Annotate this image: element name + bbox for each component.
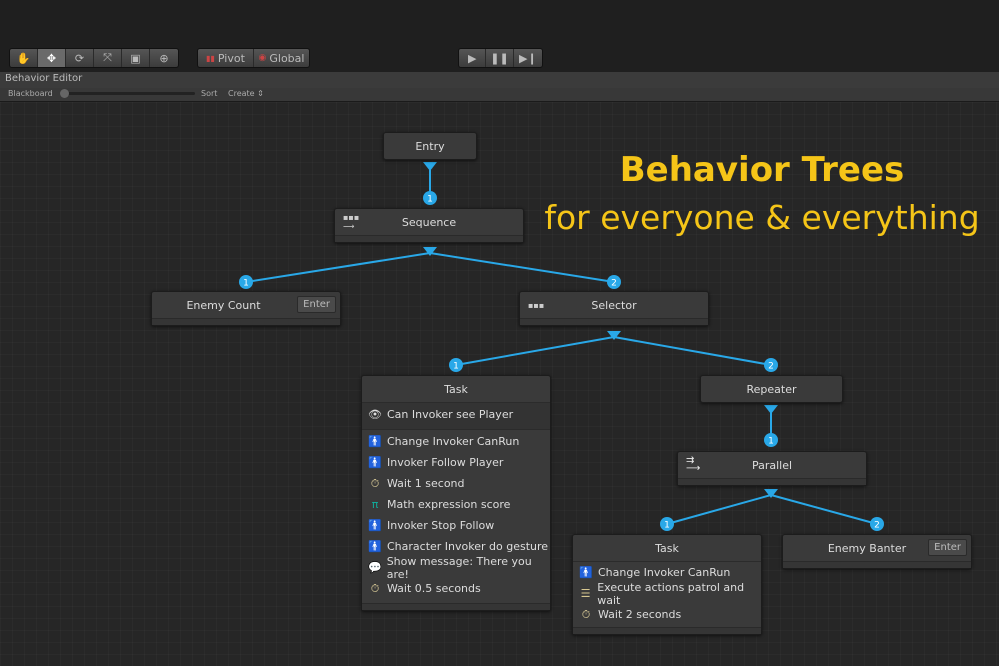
repeater-node[interactable]: Repeater	[700, 375, 843, 403]
node-title: Task	[444, 382, 468, 396]
action-row[interactable]: 💬 Show message: There you are!	[362, 554, 550, 581]
connection-line	[666, 494, 772, 525]
action-row[interactable]: ☰ Execute actions patrol and wait	[573, 580, 761, 607]
node-title: Parallel	[751, 458, 793, 472]
action-label: Execute actions patrol and wait	[597, 580, 745, 607]
node-title: Task	[655, 541, 679, 555]
character-icon: 🚹	[368, 519, 382, 532]
enemy-banter-node[interactable]: Enemy Banter Enter	[782, 534, 972, 569]
eye-icon: 👁	[368, 408, 382, 421]
character-icon: 🚹	[368, 435, 382, 448]
node-title: Enemy Count	[186, 298, 261, 312]
node-title: Enemy Banter	[827, 541, 907, 555]
enemy-count-node[interactable]: Enemy Count Enter	[151, 291, 341, 326]
parallel-node[interactable]: ⇉ ⟶ Parallel	[677, 451, 867, 486]
node-title: Selector	[591, 298, 637, 312]
action-label: Math expression score	[387, 498, 511, 511]
action-label: Character Invoker do gesture	[387, 540, 549, 553]
action-label: Show message: There you are!	[386, 554, 532, 581]
connection-line	[245, 252, 431, 283]
action-label: Change Invoker CanRun	[387, 435, 520, 448]
action-row[interactable]: 🚹 Invoker Stop Follow	[362, 515, 550, 536]
action-row[interactable]: ⏱ Wait 2 seconds	[573, 604, 761, 625]
timer-icon: ⏱	[370, 476, 380, 490]
sequence-node[interactable]: ▪▪▪ ⟶ Sequence	[334, 208, 524, 243]
output-port-icon[interactable]	[764, 405, 778, 414]
order-badge-label: 1	[453, 362, 459, 372]
order-badge-label: 1	[243, 279, 249, 289]
node-title: Entry	[415, 139, 445, 153]
node-title: Repeater	[746, 382, 797, 396]
order-badge-label: 2	[611, 279, 617, 289]
action-label: Change Invoker CanRun	[598, 566, 731, 579]
action-row[interactable]: ⏱ Wait 0.5 seconds	[362, 578, 550, 599]
timer-icon: ⏱	[370, 581, 380, 595]
character-icon: 🚹	[368, 456, 382, 469]
action-row[interactable]: π Math expression score	[362, 494, 550, 515]
timer-icon: ⏱	[581, 607, 591, 621]
task-node-2[interactable]: Task 🚹 Change Invoker CanRun ☰ Execute acti…	[572, 534, 762, 635]
action-label: Invoker Stop Follow	[387, 519, 495, 532]
connection-line	[770, 494, 878, 525]
order-badge-label: 2	[768, 362, 774, 372]
selector-icon: ▪▪▪	[528, 300, 545, 310]
action-label: Wait 2 seconds	[598, 608, 682, 621]
sequence-icon: ▪▪▪ ⟶	[343, 213, 360, 231]
order-badge-label: 1	[664, 521, 670, 531]
action-row[interactable]: 🚹 Invoker Follow Player	[362, 452, 550, 473]
output-port-icon[interactable]	[423, 162, 437, 171]
node-title: Sequence	[401, 215, 457, 229]
action-row[interactable]: ⏱ Wait 1 second	[362, 473, 550, 494]
message-icon: 💬	[368, 561, 382, 574]
condition-label: Can Invoker see Player	[387, 408, 514, 421]
connection-line	[429, 252, 615, 283]
headline-subtitle: for everyone & everything	[544, 198, 980, 237]
character-icon: 🚹	[579, 566, 593, 579]
action-label: Wait 1 second	[387, 477, 465, 490]
character-icon: 🚹	[368, 540, 382, 553]
action-label: Invoker Follow Player	[387, 456, 504, 469]
enter-button[interactable]: Enter	[928, 539, 967, 556]
entry-node[interactable]: Entry	[383, 132, 477, 160]
order-badge-label: 2	[874, 521, 880, 531]
parallel-icon: ⇉ ⟶	[686, 455, 701, 474]
headline-title: Behavior Trees	[619, 150, 905, 190]
task-node[interactable]: Task 👁 Can Invoker see Player 🚹 Change Inv…	[361, 375, 551, 611]
selector-node[interactable]: ▪▪▪ Selector	[519, 291, 709, 326]
math-icon: π	[371, 498, 379, 511]
actions-list-icon: ☰	[580, 587, 591, 600]
connection-line	[613, 336, 772, 366]
action-row[interactable]: 🚹 Change Invoker CanRun	[362, 431, 550, 452]
condition-row[interactable]: 👁 Can Invoker see Player	[362, 404, 550, 425]
connection-line	[455, 336, 615, 366]
action-label: Wait 0.5 seconds	[387, 582, 481, 595]
enter-button[interactable]: Enter	[297, 296, 336, 313]
order-badge-label: 1	[427, 195, 433, 205]
order-badge-label: 1	[768, 437, 774, 447]
